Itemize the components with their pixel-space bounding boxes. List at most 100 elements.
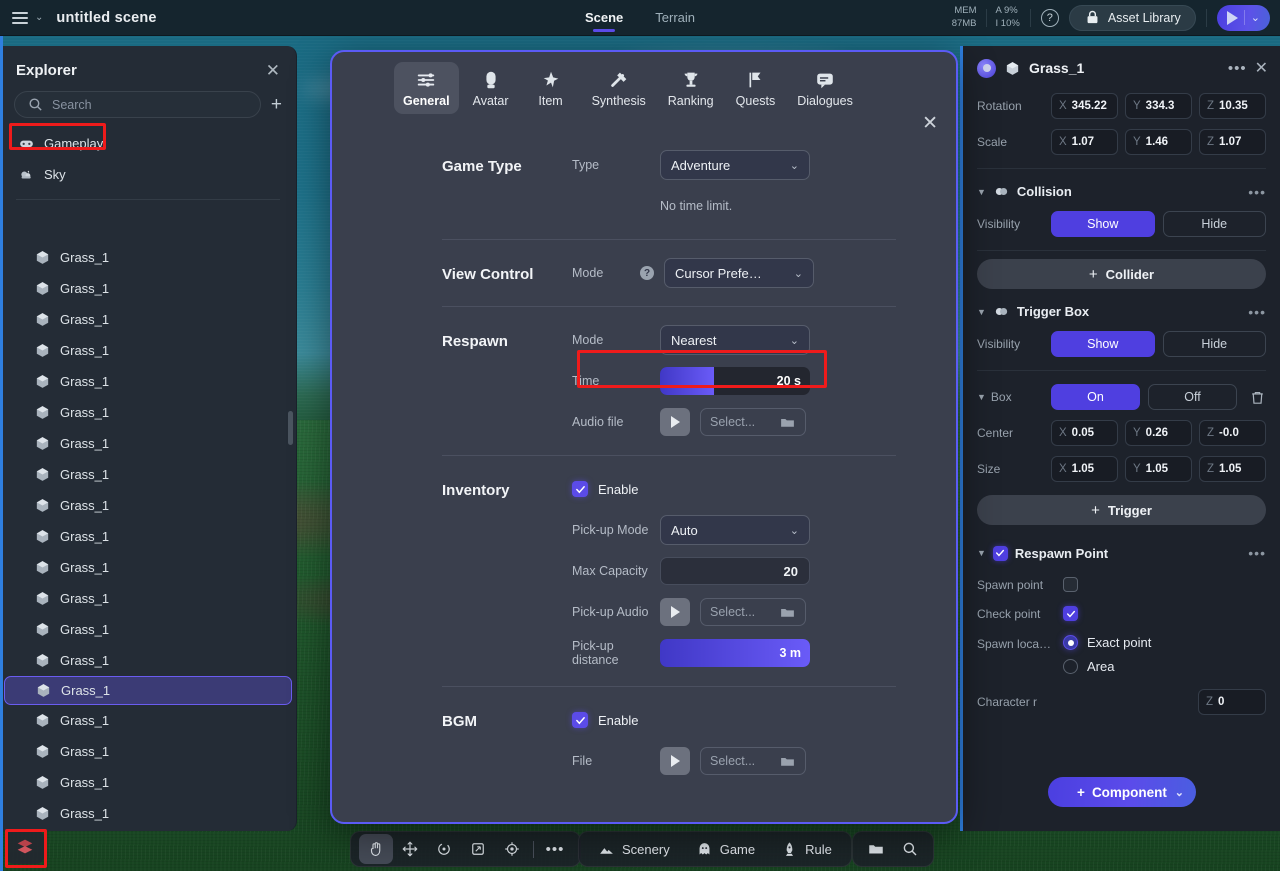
- play-icon[interactable]: [660, 747, 690, 775]
- group-respawn-point[interactable]: ▼ Respawn Point •••: [963, 539, 1280, 567]
- play-icon[interactable]: [660, 408, 690, 436]
- radio-button[interactable]: [1063, 659, 1078, 674]
- asset-library-button[interactable]: Asset Library: [1068, 4, 1196, 31]
- center-x-field[interactable]: X 0.05: [1051, 420, 1118, 446]
- inventory-enable-checkbox[interactable]: [572, 481, 588, 497]
- collision-hide-button[interactable]: Hide: [1162, 211, 1266, 237]
- rotate-icon[interactable]: [427, 834, 461, 864]
- search-icon[interactable]: [893, 834, 927, 864]
- max-capacity-input[interactable]: 20: [660, 557, 810, 585]
- chevron-down-icon[interactable]: ▼: [977, 392, 986, 402]
- box-off-button[interactable]: Off: [1148, 384, 1237, 410]
- sidebar-item-gameplay[interactable]: Gameplay: [2, 128, 296, 159]
- group-collision[interactable]: ▼ Collision •••: [963, 177, 1280, 206]
- trigger-show-button[interactable]: Show: [1051, 331, 1155, 357]
- folder-icon[interactable]: [779, 604, 796, 621]
- mode-tab-scenery[interactable]: Scenery: [585, 834, 683, 864]
- list-item[interactable]: Grass_1: [0, 366, 296, 397]
- layers-button[interactable]: [6, 830, 44, 864]
- tab-scene[interactable]: Scene: [583, 0, 625, 36]
- rotation-y-field[interactable]: Y 334.3: [1125, 93, 1192, 119]
- center-y-field[interactable]: Y 0.26: [1125, 420, 1192, 446]
- pickup-mode-select[interactable]: Auto ⌄: [660, 515, 810, 545]
- search-input[interactable]: [52, 97, 248, 112]
- explorer-scrollbar[interactable]: [288, 411, 293, 445]
- bgm-enable-checkbox[interactable]: [572, 712, 588, 728]
- respawn-mode-select[interactable]: Nearest ⌄: [660, 325, 810, 355]
- more-dots-icon[interactable]: •••: [538, 834, 572, 864]
- object-list[interactable]: Grass_1 Grass_1 Grass_1 Grass_1 Grass_1 Grass…: [0, 242, 296, 831]
- tab-dialogues[interactable]: Dialogues: [788, 62, 862, 114]
- pivot-icon[interactable]: [495, 834, 529, 864]
- more-dots-icon[interactable]: •••: [1228, 60, 1247, 77]
- trash-icon[interactable]: [1249, 389, 1266, 406]
- close-icon[interactable]: ✕: [1255, 58, 1268, 78]
- size-z-field[interactable]: Z 1.05: [1199, 456, 1266, 482]
- respawn-point-checkbox[interactable]: [992, 545, 1008, 561]
- list-item[interactable]: Grass_1: [0, 798, 296, 829]
- list-item[interactable]: Grass_1: [0, 705, 296, 736]
- tab-item[interactable]: Item: [523, 62, 579, 114]
- radio-exact-point[interactable]: Exact point: [1063, 635, 1151, 650]
- list-item[interactable]: Grass_1: [0, 645, 296, 676]
- search-box[interactable]: [14, 91, 261, 118]
- list-item[interactable]: Grass_1: [0, 397, 296, 428]
- radio-button[interactable]: [1063, 635, 1078, 650]
- play-icon[interactable]: [660, 598, 690, 626]
- close-icon[interactable]: ✕: [266, 62, 280, 79]
- more-dots-icon[interactable]: •••: [1248, 304, 1266, 320]
- hand-icon[interactable]: [359, 834, 393, 864]
- pickup-audio-file-field[interactable]: Select...: [700, 598, 806, 626]
- tab-ranking[interactable]: Ranking: [659, 62, 723, 114]
- respawn-time-slider[interactable]: 20 s: [660, 367, 810, 395]
- hamburger-icon[interactable]: [12, 11, 28, 24]
- folder-icon[interactable]: [859, 834, 893, 864]
- check-point-checkbox[interactable]: [1063, 606, 1078, 621]
- add-component-button[interactable]: + Component ⌄: [1048, 777, 1196, 807]
- tab-terrain[interactable]: Terrain: [653, 0, 697, 36]
- move-icon[interactable]: [393, 834, 427, 864]
- list-item[interactable]: Grass_1: [0, 767, 296, 798]
- question-mark-icon[interactable]: ?: [640, 266, 654, 280]
- chevron-down-icon[interactable]: ▼: [977, 307, 986, 317]
- list-item[interactable]: Grass_1: [0, 736, 296, 767]
- more-dots-icon[interactable]: •••: [1248, 545, 1266, 561]
- scale-z-field[interactable]: Z 1.07: [1199, 129, 1266, 155]
- add-collider-button[interactable]: + Collider: [977, 259, 1266, 289]
- scale-x-field[interactable]: X 1.07: [1051, 129, 1118, 155]
- radio-area[interactable]: Area: [1063, 659, 1151, 674]
- bgm-file-field[interactable]: Select...: [700, 747, 806, 775]
- list-item[interactable]: Grass_1: [4, 676, 292, 705]
- respawn-audio-file-field[interactable]: Select...: [700, 408, 806, 436]
- view-mode-select[interactable]: Cursor Prefe… ⌄: [664, 258, 814, 288]
- tab-synthesis[interactable]: Synthesis: [583, 62, 655, 114]
- box-on-button[interactable]: On: [1051, 384, 1140, 410]
- chevron-down-icon[interactable]: ⌄: [1175, 786, 1184, 799]
- list-item[interactable]: Grass_1: [0, 552, 296, 583]
- collision-show-button[interactable]: Show: [1051, 211, 1155, 237]
- size-x-field[interactable]: X 1.05: [1051, 456, 1118, 482]
- list-item[interactable]: Grass_1: [0, 490, 296, 521]
- rotation-z-field[interactable]: Z 10.35: [1199, 93, 1266, 119]
- more-dots-icon[interactable]: •••: [1248, 184, 1266, 200]
- list-item[interactable]: Grass_1: [0, 304, 296, 335]
- list-item[interactable]: Grass_1: [0, 335, 296, 366]
- tab-general[interactable]: General: [394, 62, 459, 114]
- chevron-down-icon[interactable]: ▼: [977, 548, 986, 558]
- folder-icon[interactable]: [779, 753, 796, 770]
- trigger-hide-button[interactable]: Hide: [1162, 331, 1266, 357]
- tab-quests[interactable]: Quests: [727, 62, 785, 114]
- scale-y-field[interactable]: Y 1.46: [1125, 129, 1192, 155]
- play-button[interactable]: ⌄: [1216, 4, 1270, 31]
- spawn-point-checkbox[interactable]: [1063, 577, 1078, 592]
- chevron-down-icon[interactable]: ⌄: [35, 12, 43, 23]
- scale-icon[interactable]: [461, 834, 495, 864]
- list-item[interactable]: Grass_1: [0, 614, 296, 645]
- rotation-x-field[interactable]: X 345.22: [1051, 93, 1118, 119]
- list-item[interactable]: Grass_1: [0, 273, 296, 304]
- group-trigger-box[interactable]: ▼ Trigger Box •••: [963, 297, 1280, 326]
- list-item[interactable]: Grass_1: [0, 583, 296, 614]
- game-type-select[interactable]: Adventure ⌄: [660, 150, 810, 180]
- tab-avatar[interactable]: Avatar: [463, 62, 519, 114]
- chevron-down-icon[interactable]: ⌄: [1251, 11, 1266, 24]
